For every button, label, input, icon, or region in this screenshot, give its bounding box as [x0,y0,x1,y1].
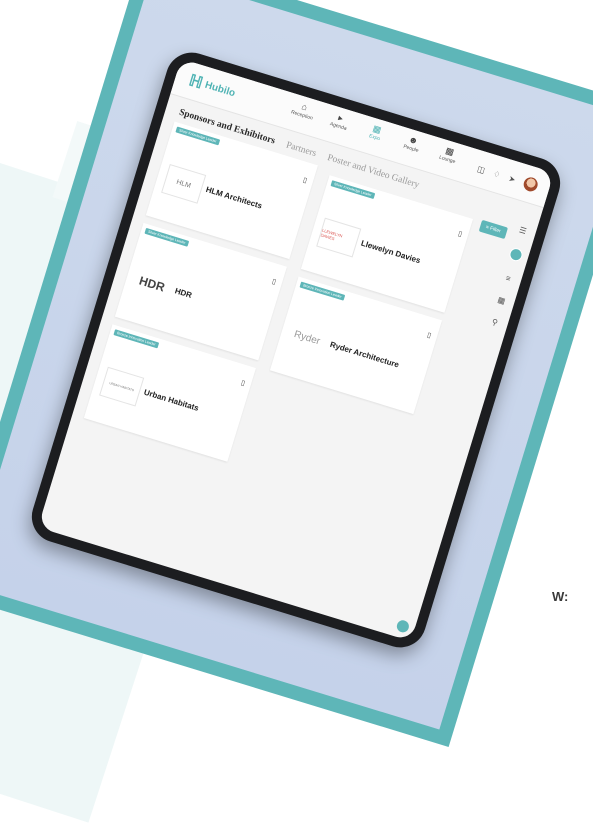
nav-item-expo[interactable]: ▦ Expo [362,121,390,144]
avatar[interactable] [521,175,540,194]
calendar-icon[interactable]: ▦ [497,295,507,306]
menu-icon[interactable]: ☰ [518,225,527,236]
exhibitor-name: Ryder Architecture [328,339,401,370]
exhibitor-name: Llewelyn Davies [359,238,422,266]
logo-text: URBAN HABITATS [108,380,135,393]
sponsor-tag: Silver Knowledge Leader [330,180,376,200]
exhibitor-logo: Ryder [285,319,329,357]
nav-item-reception[interactable]: ⌂ Reception [289,99,317,122]
logo-text: Ryder [292,328,322,347]
nav-item-agenda[interactable]: ▸ Agenda [326,110,354,133]
exhibitor-logo: LLEWELYN DAVIES [316,217,362,258]
list-icon[interactable]: ≡ [505,273,512,283]
trophy-icon[interactable]: ⚲ [491,317,499,327]
send-icon[interactable]: ➤ [508,173,517,184]
logo-text: LLEWELYN DAVIES [320,227,344,242]
bookmark-icon[interactable]: ▯ [302,176,308,185]
caption-label: W: [552,589,569,604]
exhibitor-name: HLM Architects [204,184,264,211]
help-chat-button[interactable] [395,618,411,634]
filter-label: Filter [489,225,502,235]
logo-text: Hubilo [203,79,237,100]
exhibitor-name: Urban Habitats [142,387,200,413]
sponsor-tag: Bronze Innovation Leader [299,281,346,301]
exhibitor-name: HDR [173,286,193,300]
top-right-actions: ◫ ♢ ➤ [476,161,540,194]
briefcase-icon[interactable]: ◫ [476,164,486,175]
bookmark-icon[interactable]: ▯ [240,379,246,388]
logo-text: HLM [175,178,192,190]
exhibitor-logo: URBAN HABITATS [99,366,145,407]
logo-text: HDR [137,273,167,295]
app-logo[interactable]: ℍHubilo [186,70,237,103]
exhibitor-logo: HLM [161,163,207,204]
bookmark-icon[interactable]: ▯ [271,277,277,286]
sponsor-tag: Bronze Innovation Leader [113,329,160,349]
exhibitor-logo: HDR [130,265,174,303]
nav-item-lounge[interactable]: ▩ Lounge [435,143,463,166]
chat-icon[interactable] [507,246,524,263]
nav-item-people[interactable]: ☻ People [398,132,426,155]
sponsor-tag: Silver Knowledge Leader [144,227,190,247]
bookmark-icon[interactable]: ▯ [457,230,463,238]
bookmark-icon[interactable]: ▯ [426,331,432,340]
bell-icon[interactable]: ♢ [492,169,501,180]
